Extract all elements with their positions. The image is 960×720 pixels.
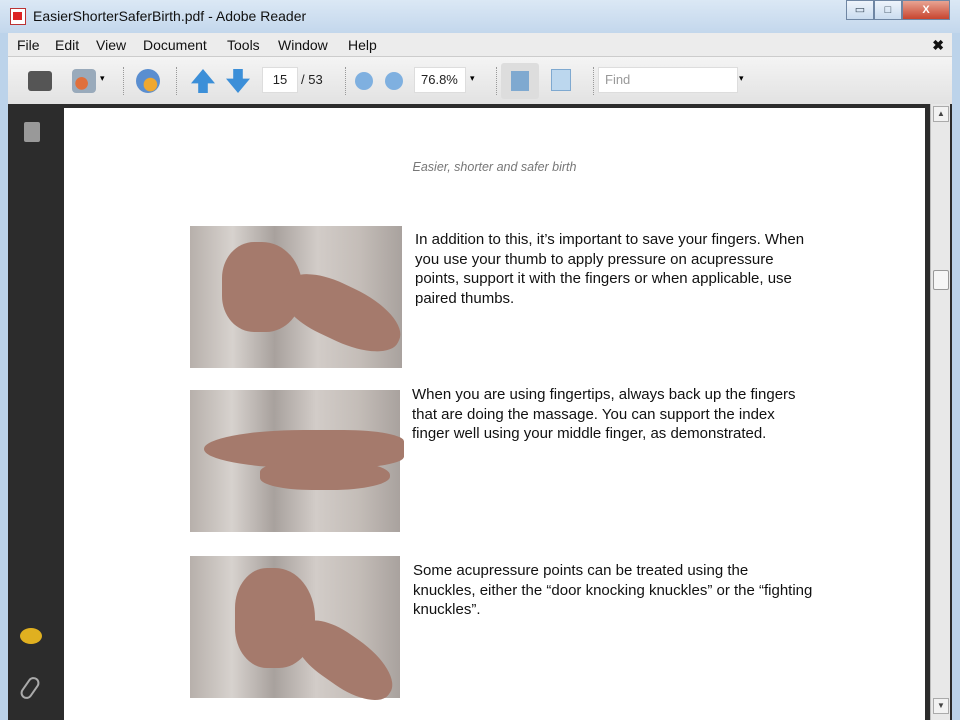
next-page-icon[interactable] — [226, 69, 250, 93]
fit-width-button[interactable] — [501, 63, 539, 99]
comments-icon[interactable] — [20, 628, 42, 644]
menu-file[interactable]: File — [17, 37, 40, 53]
previous-page-icon[interactable] — [191, 69, 215, 93]
navigation-pane — [8, 104, 64, 720]
pages-icon[interactable] — [24, 122, 40, 142]
menu-document[interactable]: Document — [143, 37, 207, 53]
attachments-icon[interactable] — [18, 674, 42, 702]
close-document-icon[interactable]: ✖ — [932, 37, 944, 54]
photo-knuckles — [190, 556, 405, 714]
paragraph-1: In addition to this, it’s important to s… — [415, 231, 805, 307]
menu-tools[interactable]: Tools — [227, 37, 260, 53]
toolbar: ▾ 15 / 53 76.8% ▾ Find ▾ — [8, 57, 952, 104]
zoom-dropdown[interactable]: ▾ — [470, 73, 475, 99]
title-bar: EasierShorterSaferBirth.pdf - Adobe Read… — [0, 0, 960, 33]
vertical-scrollbar[interactable]: ▲ ▼ — [930, 104, 950, 720]
zoom-level-input[interactable]: 76.8% — [414, 67, 466, 93]
close-button[interactable]: X — [902, 0, 950, 20]
scroll-up-button[interactable]: ▲ — [933, 106, 949, 122]
menu-edit[interactable]: Edit — [55, 37, 79, 53]
page-header: Easier, shorter and safer birth — [412, 160, 577, 174]
find-dropdown[interactable]: ▾ — [739, 73, 744, 99]
page-total: / 53 — [301, 72, 323, 87]
photo-thumb-support — [190, 226, 411, 368]
minimize-button[interactable]: ▭ — [846, 0, 874, 20]
paragraph-3: Some acupressure points can be treated u… — [413, 562, 813, 618]
pdf-page: Easier, shorter and safer birth In addit… — [64, 108, 925, 720]
scroll-down-button[interactable]: ▼ — [933, 698, 949, 714]
window-title: EasierShorterSaferBirth.pdf - Adobe Read… — [33, 8, 307, 24]
share-icon[interactable] — [136, 69, 160, 93]
zoom-in-icon[interactable] — [385, 72, 403, 90]
find-input[interactable]: Find — [598, 67, 738, 93]
zoom-out-icon[interactable] — [355, 72, 373, 90]
menu-bar: File Edit View Document Tools Window Hel… — [8, 33, 952, 57]
document-area: Easier, shorter and safer birth In addit… — [8, 104, 952, 720]
pdf-icon — [10, 8, 26, 25]
scrollbar-thumb[interactable] — [933, 270, 949, 290]
menu-help[interactable]: Help — [348, 37, 377, 53]
print-icon[interactable] — [28, 71, 52, 91]
fit-page-icon[interactable] — [551, 69, 571, 91]
maximize-button[interactable]: □ — [874, 0, 902, 20]
collaborate-dropdown[interactable]: ▾ — [100, 73, 105, 99]
collaborate-icon[interactable] — [72, 69, 96, 93]
paragraph-2: When you are using fingertips, always ba… — [412, 386, 796, 442]
menu-window[interactable]: Window — [278, 37, 328, 53]
menu-view[interactable]: View — [96, 37, 126, 53]
photo-fingertips — [190, 390, 404, 532]
page-number-input[interactable]: 15 — [262, 67, 298, 93]
